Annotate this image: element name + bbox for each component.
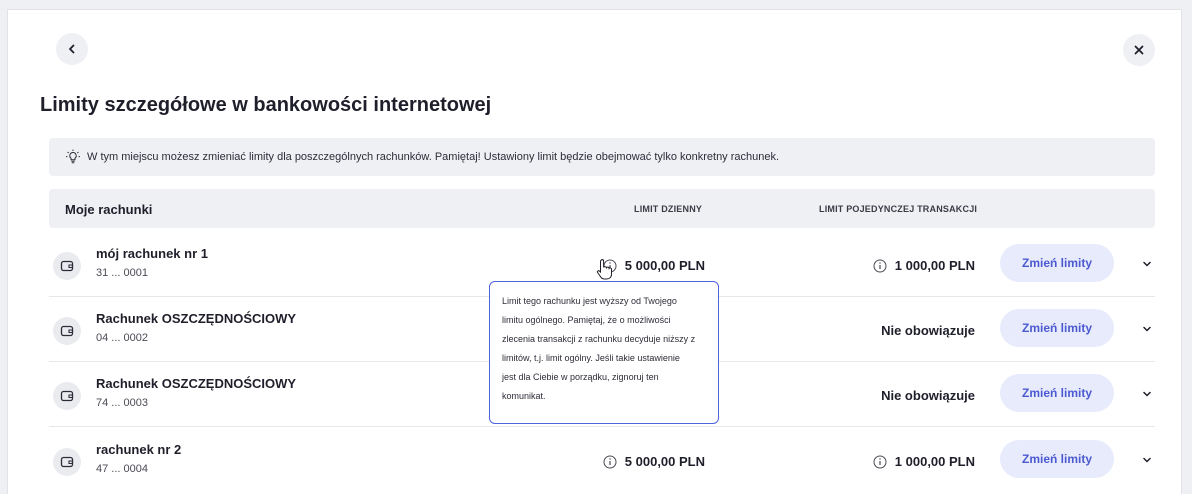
hand-cursor-icon: [596, 258, 612, 280]
tooltip-line: limitu ogólnego. Pamiętaj, że o możliwoś…: [502, 315, 671, 325]
account-name: mój rachunek nr 1: [96, 246, 208, 261]
wallet-icon: [53, 317, 81, 345]
header-daily-limit: LIMIT DZIENNY: [634, 204, 703, 214]
account-number: 04 ... 0002: [96, 332, 148, 344]
info-circle-icon[interactable]: [873, 455, 887, 469]
info-banner: W tym miejscu możesz zmieniać limity dla…: [49, 138, 1155, 176]
chevron-down-icon[interactable]: [1141, 454, 1153, 466]
single-limit-value: Nie obowiązuje: [881, 388, 975, 403]
single-limit-value: Nie obowiązuje: [881, 323, 975, 338]
wallet-icon: [53, 382, 81, 410]
table-row: rachunek nr 2 47 ... 0004 5 000,00 PLN 1…: [49, 428, 1155, 492]
account-number: 74 ... 0003: [96, 397, 148, 409]
single-limit: Nie obowiązuje: [881, 323, 975, 338]
single-limit: 1 000,00 PLN: [873, 258, 975, 273]
daily-limit-value: 5 000,00 PLN: [624, 258, 705, 273]
info-text: W tym miejscu możesz zmieniać limity dla…: [87, 151, 780, 163]
change-limits-button[interactable]: Zmień limity: [1000, 440, 1114, 478]
table-header: Moje rachunki LIMIT DZIENNY LIMIT POJEDY…: [49, 189, 1155, 228]
account-name: rachunek nr 2: [96, 442, 182, 457]
back-button[interactable]: [56, 33, 88, 65]
info-circle-icon[interactable]: [873, 259, 887, 273]
chevron-down-icon[interactable]: [1141, 388, 1153, 400]
close-button[interactable]: [1123, 34, 1155, 66]
change-limits-button[interactable]: Zmień limity: [1000, 244, 1114, 282]
change-limits-button[interactable]: Zmień limity: [1000, 374, 1114, 412]
daily-limit-value: 5 000,00 PLN: [624, 454, 705, 469]
tooltip-line: jest dla Ciebie w porządku, zignoruj ten: [502, 372, 659, 382]
daily-limit: 5 000,00 PLN: [603, 454, 705, 469]
limit-tooltip: Limit tego rachunku jest wyższy od Twoje…: [489, 281, 719, 424]
page-title: Limity szczegółowe w bankowości internet…: [40, 94, 492, 116]
single-limit: Nie obowiązuje: [881, 388, 975, 403]
tooltip-line: limitów, t.j. limit ogólny. Jeśli takie …: [502, 353, 680, 363]
wallet-icon: [53, 448, 81, 476]
tooltip-line: Limit tego rachunku jest wyższy od Twoje…: [502, 296, 677, 306]
daily-limit: 5 000,00 PLN: [603, 258, 705, 273]
single-limit-value: 1 000,00 PLN: [894, 454, 975, 469]
info-circle-icon[interactable]: [603, 455, 617, 469]
wallet-icon: [53, 252, 81, 280]
single-limit-value: 1 000,00 PLN: [894, 258, 975, 273]
lightbulb-icon: [66, 149, 80, 164]
chevron-down-icon[interactable]: [1141, 323, 1153, 335]
tooltip-line: komunikat.: [502, 391, 546, 401]
account-name: Rachunek OSZCZĘDNOŚCIOWY: [96, 311, 297, 326]
change-limits-button[interactable]: Zmień limity: [1000, 309, 1114, 347]
header-accounts: Moje rachunki: [65, 202, 153, 217]
account-name: Rachunek OSZCZĘDNOŚCIOWY: [96, 376, 297, 391]
close-icon: [1134, 45, 1144, 55]
chevron-down-icon[interactable]: [1141, 258, 1153, 270]
account-number: 47 ... 0004: [96, 463, 148, 475]
single-limit: 1 000,00 PLN: [873, 454, 975, 469]
tooltip-line: zlecenia transakcji z rachunku decyduje …: [502, 334, 696, 344]
header-single-limit: LIMIT POJEDYNCZEJ TRANSAKCJI: [819, 204, 978, 214]
chevron-left-icon: [69, 44, 75, 54]
account-number: 31 ... 0001: [96, 267, 148, 279]
